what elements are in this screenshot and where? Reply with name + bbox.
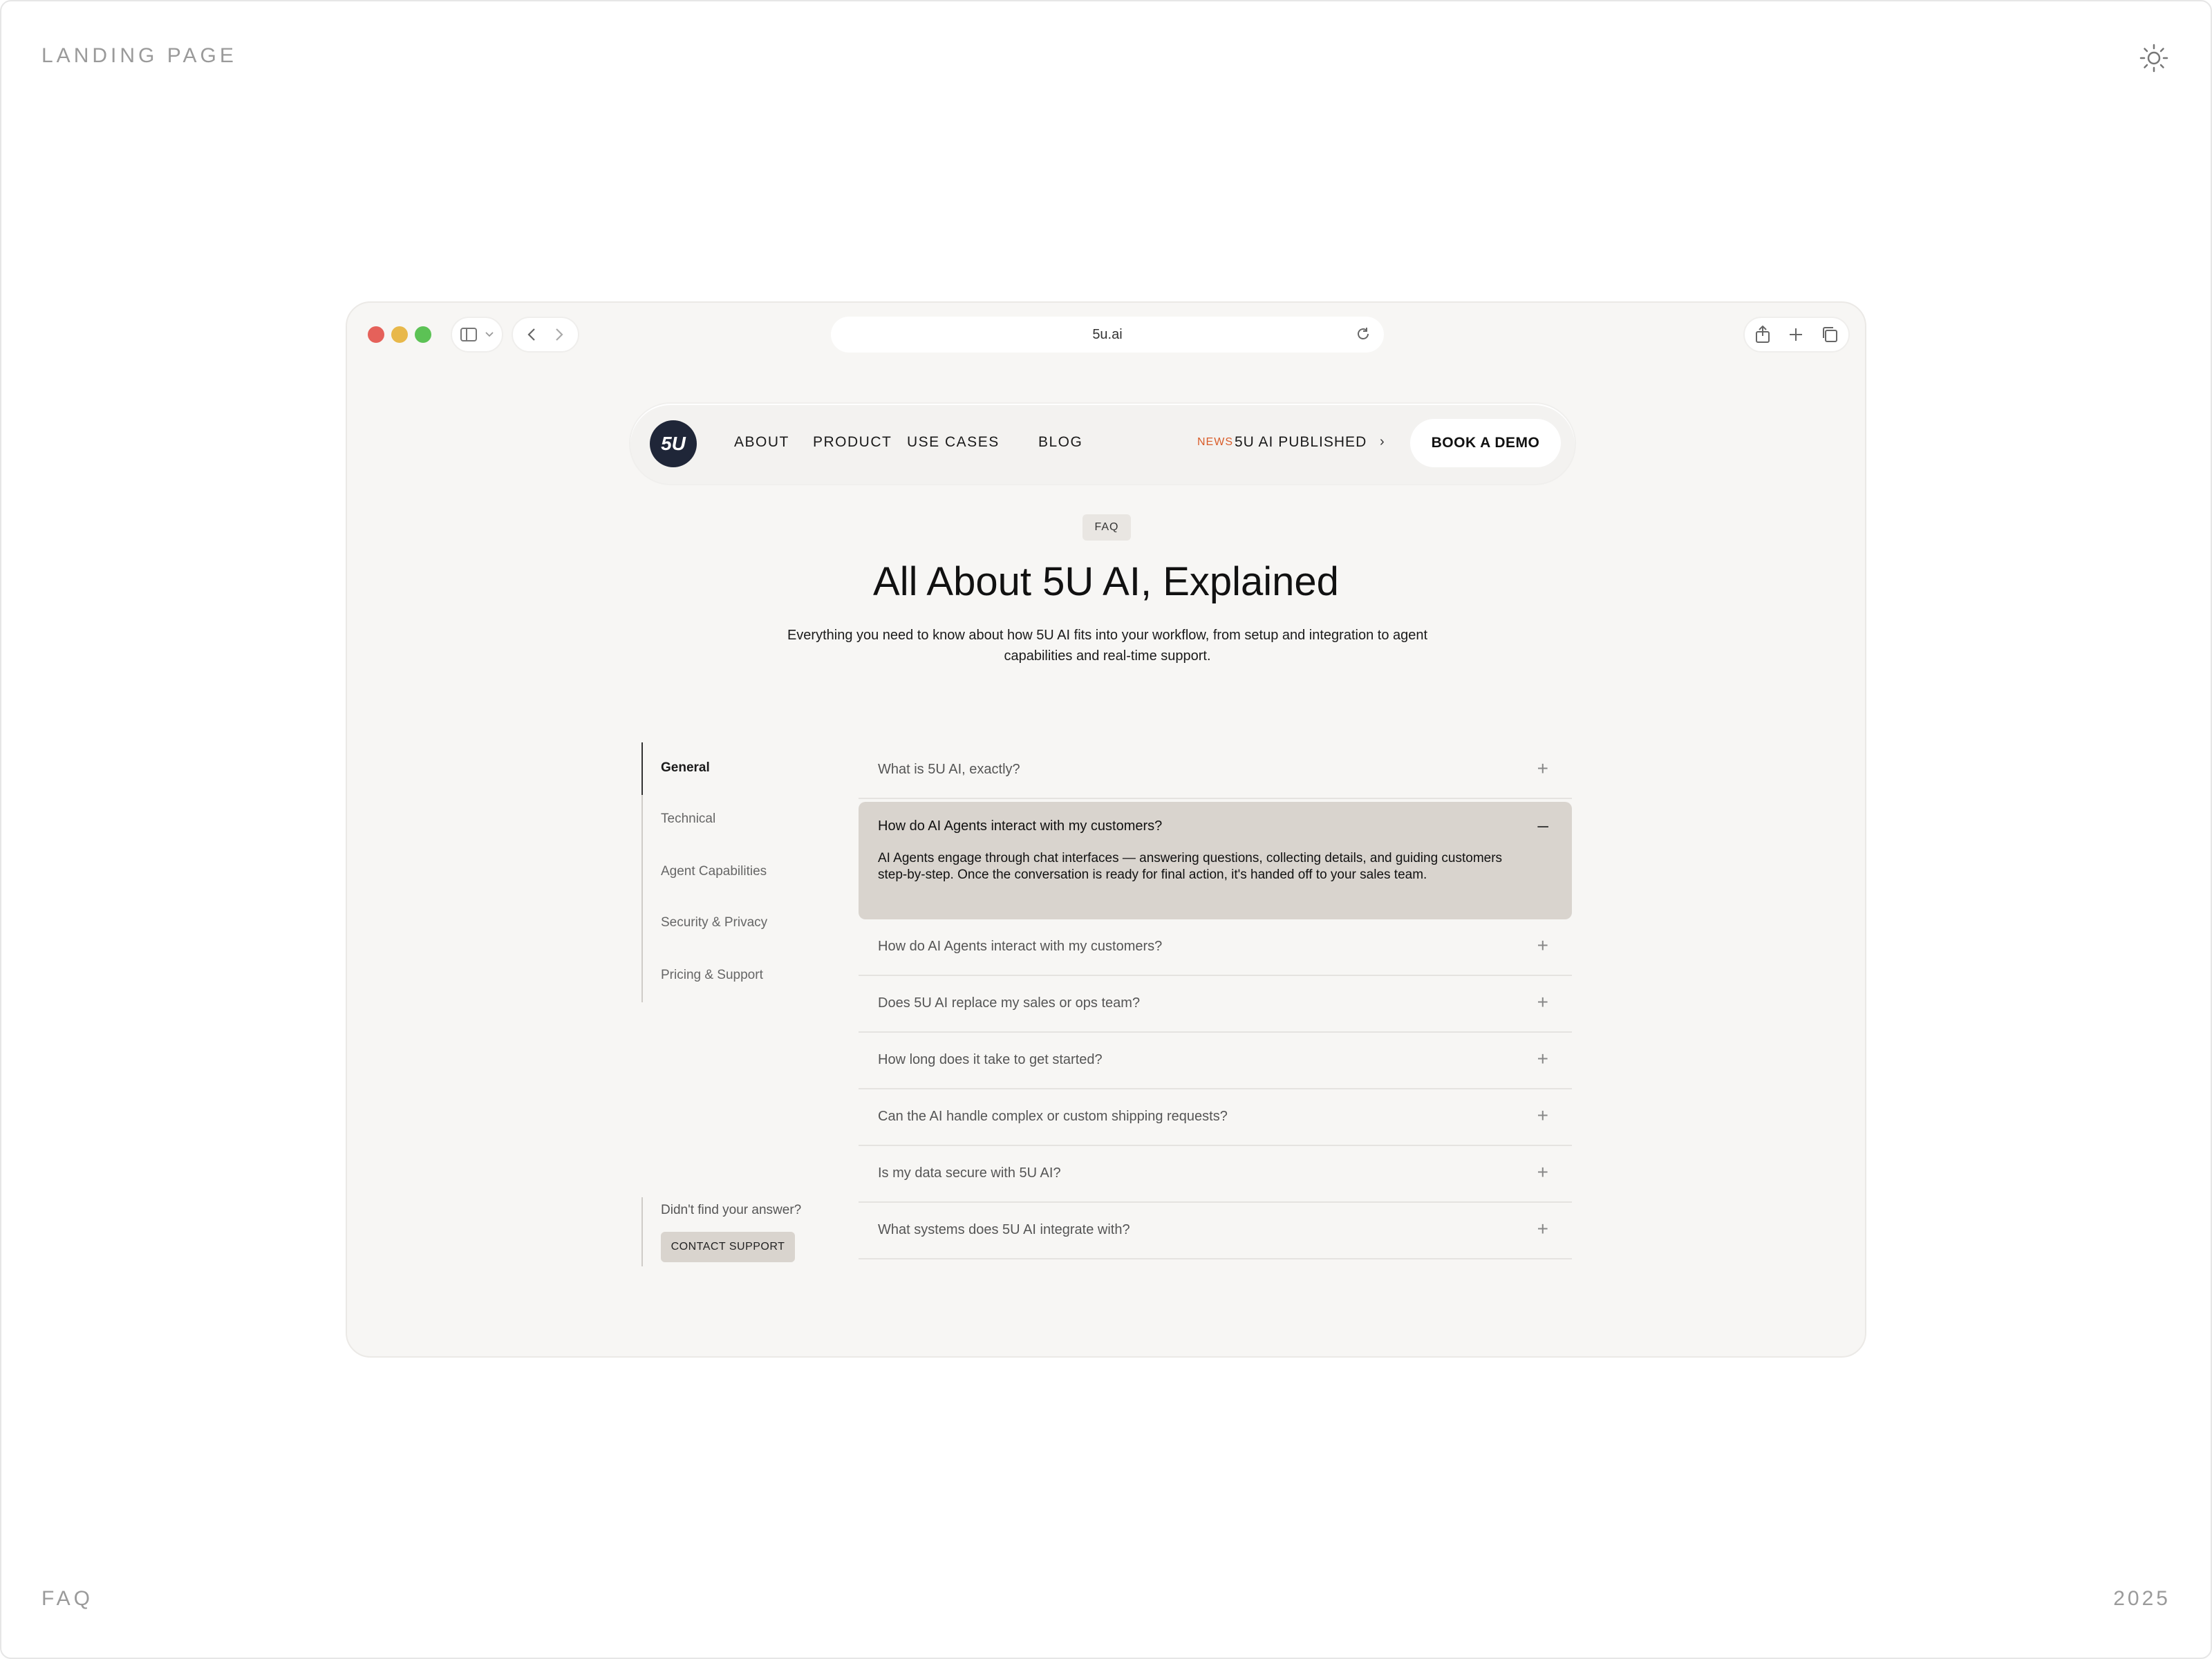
sidebar-icon: [460, 328, 477, 341]
page-subtitle: Everything you need to know about how 5U…: [787, 628, 1428, 664]
expand-icon[interactable]: +: [1537, 936, 1548, 955]
forward-icon[interactable]: [555, 328, 563, 341]
nav-link-blog[interactable]: BLOG: [1038, 434, 1082, 451]
sun-icon[interactable]: [2139, 43, 2169, 73]
news-link[interactable]: 5U AI PUBLISHED: [1235, 434, 1367, 451]
expand-icon[interactable]: +: [1537, 1163, 1548, 1182]
corner-label-top-left: LANDING PAGE: [41, 44, 237, 67]
faq-question: What systems does 5U AI integrate with?: [878, 1222, 1130, 1237]
faq-item[interactable]: Can the AI handle complex or custom ship…: [859, 1089, 1572, 1146]
faq-item[interactable]: What systems does 5U AI integrate with? …: [859, 1203, 1572, 1259]
browser-window: 5u.ai 5U ABOUT PRODUCT USE CASES BLOG NE…: [346, 301, 1866, 1358]
page-title: All About 5U AI, Explained: [873, 559, 1339, 604]
tabs-icon[interactable]: [1821, 326, 1838, 343]
share-icon[interactable]: [1755, 326, 1770, 344]
faq-item-expanded[interactable]: How do AI Agents interact with my custom…: [859, 802, 1572, 919]
help-text: Didn't find your answer?: [661, 1203, 802, 1217]
faq-badge: FAQ: [1082, 514, 1131, 541]
expand-icon[interactable]: +: [1537, 993, 1548, 1012]
plus-icon[interactable]: [1788, 327, 1803, 342]
corner-label-bottom-right: 2025: [2113, 1587, 2171, 1610]
help-box: Didn't find your answer? CONTACT SUPPORT: [641, 1197, 849, 1266]
contact-support-button[interactable]: CONTACT SUPPORT: [661, 1232, 795, 1262]
faq-question: How do AI Agents interact with my custom…: [878, 939, 1163, 954]
faq-question: How do AI Agents interact with my custom…: [878, 818, 1163, 834]
faq-item[interactable]: Is my data secure with 5U AI? +: [859, 1146, 1572, 1203]
faq-item[interactable]: Does 5U AI replace my sales or ops team?…: [859, 976, 1572, 1033]
faq-accordion: What is 5U AI, exactly? + How do AI Agen…: [859, 742, 1572, 1259]
faq-question: What is 5U AI, exactly?: [878, 762, 1020, 777]
category-security-privacy[interactable]: Security & Privacy: [661, 915, 767, 930]
faq-item[interactable]: What is 5U AI, exactly? +: [859, 742, 1572, 799]
nav-link-product[interactable]: PRODUCT: [813, 434, 892, 451]
faq-question: Is my data secure with 5U AI?: [878, 1165, 1061, 1181]
faq-question: Does 5U AI replace my sales or ops team?: [878, 995, 1141, 1011]
brand-logo[interactable]: 5U: [650, 420, 697, 467]
history-nav: [512, 317, 579, 353]
url-text: 5u.ai: [1092, 326, 1123, 342]
news-tag: NEWS: [1197, 436, 1233, 448]
back-icon[interactable]: [527, 328, 536, 341]
close-window-button[interactable]: [368, 326, 384, 343]
sidebar-toggle-button[interactable]: [451, 317, 503, 353]
book-demo-button[interactable]: BOOK A DEMO: [1410, 419, 1561, 467]
faq-answer: AI Agents engage through chat interfaces…: [878, 851, 1503, 882]
active-category-indicator: [641, 742, 643, 795]
chevron-right-icon[interactable]: ›: [1380, 434, 1385, 450]
faq-item[interactable]: How long does it take to get started? +: [859, 1033, 1572, 1089]
category-pricing-support[interactable]: Pricing & Support: [661, 968, 763, 983]
expand-icon[interactable]: +: [1537, 759, 1548, 778]
corner-label-bottom-left: FAQ: [41, 1587, 94, 1610]
reload-icon[interactable]: [1355, 326, 1371, 342]
faq-category-sidebar: General Technical Agent Capabilities Sec…: [641, 742, 849, 1002]
faq-item[interactable]: How do AI Agents interact with my custom…: [859, 919, 1572, 976]
category-agent-capabilities[interactable]: Agent Capabilities: [661, 864, 767, 879]
category-general[interactable]: General: [661, 760, 710, 776]
expand-icon[interactable]: +: [1537, 1106, 1548, 1125]
site-navbar: 5U ABOUT PRODUCT USE CASES BLOG NEWS 5U …: [630, 404, 1575, 484]
maximize-window-button[interactable]: [415, 326, 431, 343]
collapse-icon[interactable]: –: [1537, 816, 1548, 835]
nav-link-use-cases[interactable]: USE CASES: [907, 434, 1000, 451]
chevron-down-icon: [485, 332, 494, 337]
category-technical[interactable]: Technical: [661, 812, 715, 827]
minimize-window-button[interactable]: [391, 326, 408, 343]
faq-question: Can the AI handle complex or custom ship…: [878, 1109, 1228, 1124]
expand-icon[interactable]: +: [1537, 1219, 1548, 1239]
faq-question: How long does it take to get started?: [878, 1052, 1103, 1067]
browser-actions: [1743, 317, 1850, 353]
address-bar[interactable]: 5u.ai: [831, 317, 1384, 353]
nav-link-about[interactable]: ABOUT: [734, 434, 789, 451]
expand-icon[interactable]: +: [1537, 1049, 1548, 1069]
